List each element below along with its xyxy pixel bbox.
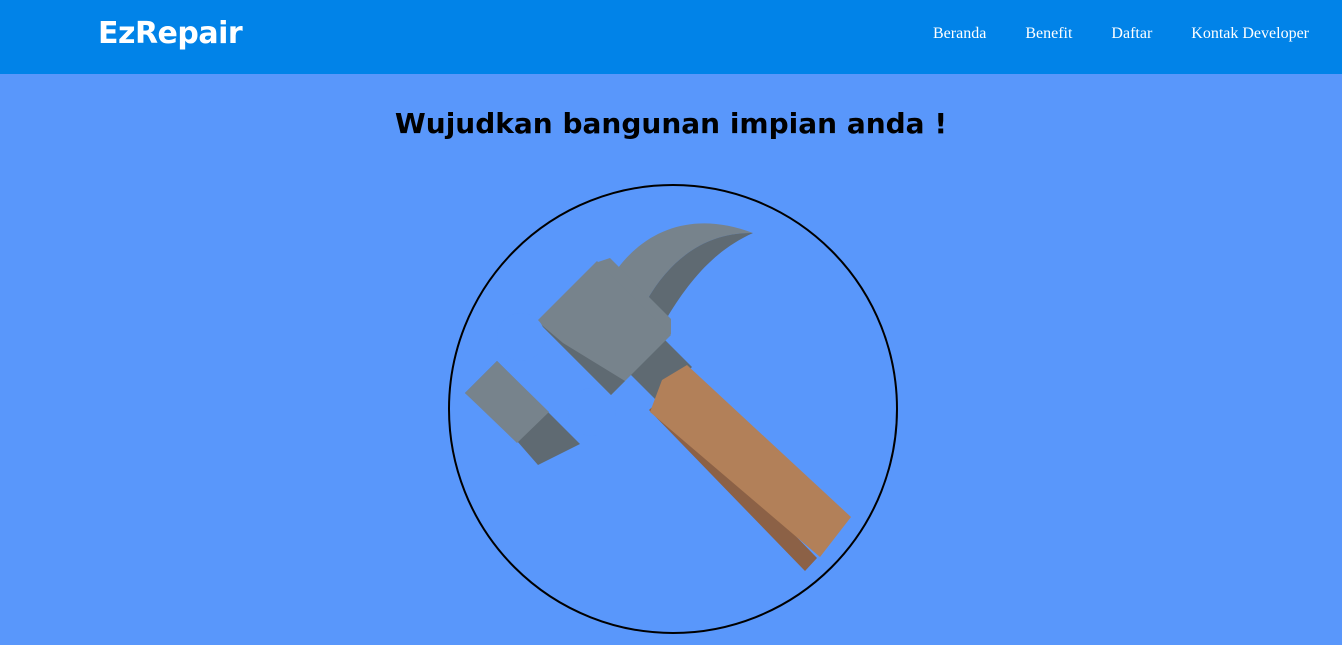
hammer-notch-upper xyxy=(497,313,545,361)
nav-menu: Beranda Benefit Daftar Kontak Developer xyxy=(933,0,1309,68)
brand-logo[interactable]: EzRepair xyxy=(98,14,243,54)
nav-link-benefit[interactable]: Benefit xyxy=(1025,25,1072,43)
nav-link-kontak-developer[interactable]: Kontak Developer xyxy=(1191,25,1309,43)
hammer-notch-lower xyxy=(568,388,616,436)
nav-link-daftar[interactable]: Daftar xyxy=(1111,25,1152,43)
hammer-handle xyxy=(650,365,851,557)
nav-link-beranda[interactable]: Beranda xyxy=(933,25,986,43)
hero-headline: Wujudkan bangunan impian anda ! xyxy=(394,107,948,140)
hammer-icon xyxy=(465,223,851,571)
hammer-illustration xyxy=(448,184,898,634)
navbar: EzRepair Beranda Benefit Daftar Kontak D… xyxy=(0,0,1342,74)
